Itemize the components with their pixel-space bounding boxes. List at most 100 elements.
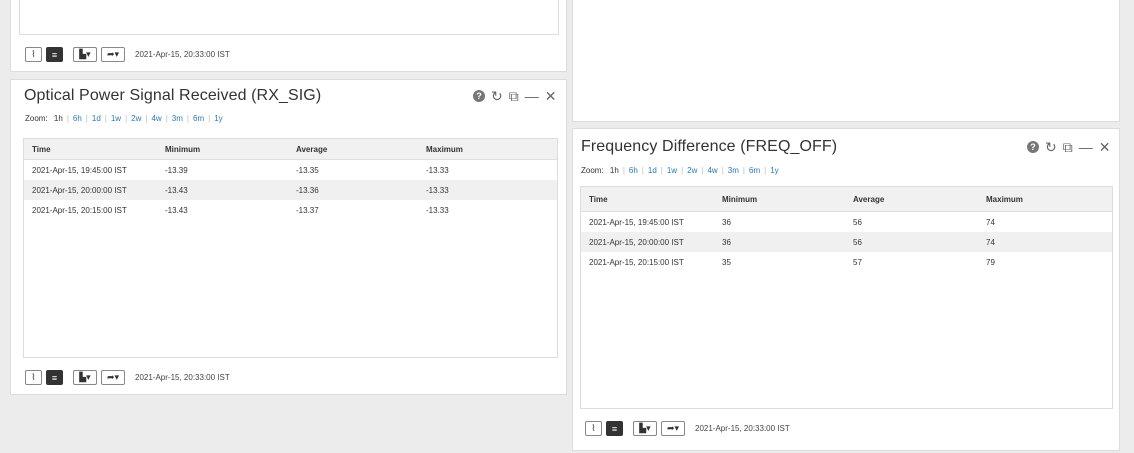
col-maximum[interactable]: Maximum (978, 187, 1112, 212)
timestamp: 2021-Apr-15, 20:33:00 IST (695, 424, 790, 433)
table-view-button[interactable]: ≡ (606, 421, 623, 436)
line-chart-icon: ⌇ (31, 372, 36, 382)
timestamp: 2021-Apr-15, 20:33:00 IST (135, 373, 230, 382)
cell-maximum: 74 (986, 217, 995, 227)
zoom-label: Zoom: (581, 166, 604, 175)
zoom-1y[interactable]: 1y (770, 166, 778, 175)
zoom-6h[interactable]: 6h (73, 114, 82, 123)
table-header-row: Time Minimum Average Maximum (24, 139, 557, 160)
line-chart-icon: ⌇ (591, 423, 596, 433)
cell-time: 2021-Apr-15, 20:00:00 IST (24, 180, 157, 200)
col-average[interactable]: Average (845, 187, 978, 212)
cell-minimum: 35 (722, 257, 731, 267)
zoom-4w[interactable]: 4w (151, 114, 161, 123)
rx-sig-panel: Optical Power Signal Received (RX_SIG) ?… (10, 79, 567, 395)
panel-title: Frequency Difference (FREQ_OFF) (581, 138, 838, 155)
col-average[interactable]: Average (288, 139, 418, 160)
panel-actions: ? ↻ ⧉ — ✕ (473, 89, 556, 103)
cell-minimum: -13.43 (157, 180, 288, 200)
panel-toolbar: ⌇ ≡ ▙▾ ➦▾ 2021-Apr-15, 20:33:00 IST (585, 421, 790, 436)
cell-average: -13.35 (296, 165, 319, 175)
cell-minimum: 36 (722, 217, 731, 227)
zoom-3m[interactable]: 3m (728, 166, 739, 175)
popout-icon[interactable]: ⧉ (1063, 140, 1073, 154)
zoom-2w[interactable]: 2w (131, 114, 141, 123)
zoom-6m[interactable]: 6m (193, 114, 204, 123)
col-time[interactable]: Time (581, 187, 714, 212)
cell-time: 2021-Apr-15, 20:00:00 IST (581, 232, 714, 252)
col-minimum[interactable]: Minimum (157, 139, 288, 160)
cell-time: 2021-Apr-15, 20:15:00 IST (589, 257, 684, 267)
zoom-1h[interactable]: 1h (610, 166, 619, 175)
cell-average: 56 (853, 217, 862, 227)
top-left-panel: ⌇ ≡ ▙▾ ➦▾ 2021-Apr-15, 20:33:00 IST (10, 0, 567, 72)
table-row: 2021-Apr-15, 19:45:00 IST -13.39 -13.35 … (24, 160, 557, 181)
table-view-button[interactable]: ≡ (46, 370, 63, 385)
chart-type-icon: ▙▾ (79, 49, 91, 59)
refresh-icon[interactable]: ↻ (1045, 140, 1057, 154)
cell-average: -13.36 (288, 180, 418, 200)
zoom-6h[interactable]: 6h (629, 166, 638, 175)
share-dropdown[interactable]: ➦▾ (101, 47, 125, 62)
zoom-1h[interactable]: 1h (54, 114, 63, 123)
table-view-button[interactable]: ≡ (46, 47, 63, 62)
freq-off-panel: Frequency Difference (FREQ_OFF) ? ↻ ⧉ — … (572, 128, 1120, 451)
line-chart-button[interactable]: ⌇ (25, 370, 42, 385)
data-table: Time Minimum Average Maximum 2021-Apr-15… (23, 138, 558, 358)
popout-icon[interactable]: ⧉ (509, 89, 519, 103)
cell-maximum: -13.33 (426, 205, 449, 215)
zoom-1w[interactable]: 1w (111, 114, 121, 123)
panel-title: Optical Power Signal Received (RX_SIG) (24, 87, 322, 104)
top-left-table-area (19, 0, 559, 35)
zoom-1d[interactable]: 1d (92, 114, 101, 123)
line-chart-icon: ⌇ (31, 49, 36, 59)
close-icon[interactable]: ✕ (1099, 140, 1111, 154)
cell-average: 57 (853, 257, 862, 267)
share-icon: ➦▾ (666, 423, 680, 433)
chart-type-dropdown[interactable]: ▙▾ (73, 47, 97, 62)
zoom-2w[interactable]: 2w (687, 166, 697, 175)
minimize-icon[interactable]: — (525, 89, 539, 103)
chart-type-dropdown[interactable]: ▙▾ (633, 421, 657, 436)
chart-type-icon: ▙▾ (79, 372, 91, 382)
table-view-icon: ≡ (51, 372, 58, 383)
line-chart-button[interactable]: ⌇ (25, 47, 42, 62)
col-minimum[interactable]: Minimum (714, 187, 845, 212)
cell-minimum: -13.43 (165, 205, 188, 215)
table-row: 2021-Apr-15, 19:45:00 IST 36 56 74 (581, 212, 1112, 233)
share-dropdown[interactable]: ➦▾ (101, 370, 125, 385)
cell-time: 2021-Apr-15, 19:45:00 IST (32, 165, 127, 175)
cell-minimum: -13.39 (165, 165, 188, 175)
cell-maximum: 74 (978, 232, 1112, 252)
table-row: 2021-Apr-15, 20:00:00 IST 36 56 74 (581, 232, 1112, 252)
refresh-icon[interactable]: ↻ (491, 89, 503, 103)
panel-actions: ? ↻ ⧉ — ✕ (1027, 140, 1110, 154)
timestamp: 2021-Apr-15, 20:33:00 IST (135, 50, 230, 59)
zoom-6m[interactable]: 6m (749, 166, 760, 175)
zoom-4w[interactable]: 4w (707, 166, 717, 175)
help-icon[interactable]: ? (1027, 141, 1039, 153)
share-icon: ➦▾ (106, 372, 120, 382)
cell-time: 2021-Apr-15, 19:45:00 IST (589, 217, 684, 227)
col-maximum[interactable]: Maximum (418, 139, 557, 160)
chart-type-dropdown[interactable]: ▙▾ (73, 370, 97, 385)
help-icon[interactable]: ? (473, 90, 485, 102)
panel-toolbar: ⌇ ≡ ▙▾ ➦▾ 2021-Apr-15, 20:33:00 IST (25, 370, 230, 385)
zoom-bar: Zoom: 1h | 6h | 1d | 1w | 2w | 4w | 3m | 6m | 1y (581, 166, 779, 175)
col-time[interactable]: Time (24, 139, 157, 160)
data-table: Time Minimum Average Maximum 2021-Apr-15… (580, 186, 1113, 409)
share-icon: ➦▾ (106, 49, 120, 59)
cell-average: -13.37 (296, 205, 319, 215)
zoom-3m[interactable]: 3m (172, 114, 183, 123)
table-header-row: Time Minimum Average Maximum (581, 187, 1112, 212)
zoom-1d[interactable]: 1d (648, 166, 657, 175)
cell-time: 2021-Apr-15, 20:15:00 IST (32, 205, 127, 215)
cell-maximum: -13.33 (418, 180, 557, 200)
share-dropdown[interactable]: ➦▾ (661, 421, 685, 436)
minimize-icon[interactable]: — (1079, 140, 1093, 154)
line-chart-button[interactable]: ⌇ (585, 421, 602, 436)
close-icon[interactable]: ✕ (545, 89, 557, 103)
zoom-1y[interactable]: 1y (214, 114, 222, 123)
zoom-label: Zoom: (25, 114, 48, 123)
zoom-1w[interactable]: 1w (667, 166, 677, 175)
